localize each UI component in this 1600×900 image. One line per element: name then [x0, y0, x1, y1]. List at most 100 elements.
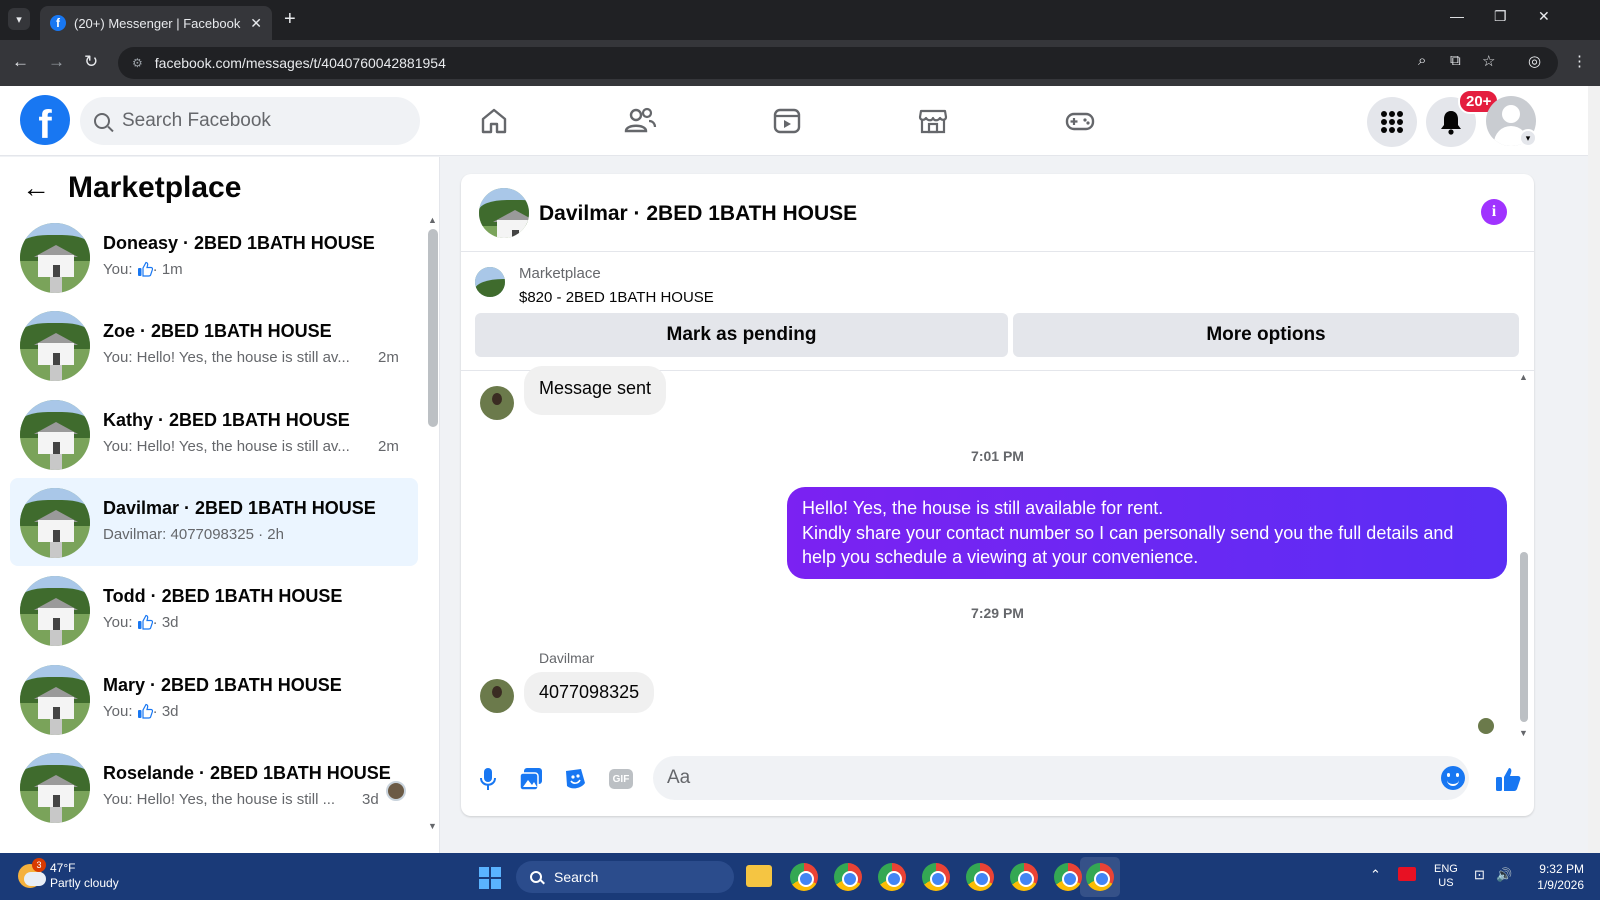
partly-cloudy-icon: 3 — [18, 858, 46, 888]
tab-list-chevron-icon[interactable]: ▾ — [8, 8, 30, 30]
restore-icon[interactable]: ❐ — [1494, 8, 1507, 25]
thread-scrollbar[interactable] — [1520, 552, 1528, 722]
preview-text: You: — [103, 261, 133, 278]
language-indicator[interactable]: ENG US — [1434, 862, 1458, 890]
message-thread: Message sent 7:01 PM Hello! Yes, the hou… — [461, 366, 1534, 742]
conversation-name: Kathy · 2BED 1BATH HOUSE — [103, 409, 350, 430]
region-code: US — [1438, 877, 1454, 889]
windows-start-icon[interactable] — [479, 867, 501, 889]
new-tab-icon[interactable]: + — [284, 8, 296, 30]
account-chevron-down-icon[interactable]: ▾ — [1519, 129, 1537, 147]
scroll-down-arrow-icon[interactable]: ▼ — [1519, 728, 1528, 738]
emoji-icon[interactable] — [1441, 766, 1465, 790]
taskbar-search[interactable]: Search — [516, 861, 734, 893]
conversation-item[interactable]: Zoe · 2BED 1BATH HOUSE You: Hello! Yes, t… — [10, 301, 418, 389]
message-bubble-incoming[interactable]: Message sent — [524, 366, 667, 415]
gaming-icon[interactable] — [1060, 102, 1100, 140]
menu-grid-icon[interactable] — [1367, 97, 1417, 147]
profile-icon[interactable]: ◎ — [1528, 52, 1541, 70]
facebook-search-bar[interactable] — [80, 97, 420, 145]
browser-tab-messenger[interactable]: f (20+) Messenger | Facebook ✕ — [40, 6, 272, 40]
mark-as-pending-button[interactable]: Mark as pending — [475, 313, 1008, 357]
timestamp: 7:29 PM — [971, 605, 1024, 621]
system-clock[interactable]: 9:32 PM 1/9/2026 — [1504, 861, 1584, 893]
like-thumb-icon[interactable] — [1493, 764, 1523, 794]
clock-date: 1/9/2026 — [1537, 878, 1584, 892]
weather-widget[interactable]: 3 47°F Partly cloudy — [18, 858, 119, 891]
conversation-item[interactable]: Doneasy · 2BED 1BATH HOUSE You: · 1m — [10, 213, 418, 301]
listing-thumbnail[interactable] — [475, 267, 505, 297]
scroll-up-arrow-icon[interactable]: ▲ — [428, 215, 437, 225]
message-bubble-incoming[interactable]: 4077098325 — [524, 672, 655, 713]
zoom-icon[interactable]: ⌕ — [1418, 52, 1426, 69]
conversation-item[interactable]: Davilmar · 2BED 1BATH HOUSE Davilmar: 407… — [10, 477, 418, 566]
chrome-icon[interactable] — [1086, 863, 1114, 891]
photo-icon[interactable] — [518, 766, 544, 792]
conversation-item[interactable]: Roselande · 2BED 1BATH HOUSE You: Hello! … — [10, 743, 418, 831]
video-icon[interactable] — [767, 102, 807, 140]
facebook-search-input[interactable] — [122, 110, 392, 132]
conversation-preview: You: · 3d — [103, 614, 363, 631]
close-window-icon[interactable]: ✕ — [1538, 8, 1550, 25]
conversation-item[interactable]: Mary · 2BED 1BATH HOUSE You: · 3d — [10, 655, 418, 743]
message-input[interactable] — [667, 767, 1427, 789]
facebook-logo-icon[interactable]: f — [20, 95, 70, 145]
conversation-item[interactable]: Kathy · 2BED 1BATH HOUSE You: Hello! Yes,… — [10, 390, 418, 478]
browser-tabbar: ▾ f (20+) Messenger | Facebook ✕ + — ❐ ✕ — [0, 0, 1600, 40]
file-explorer-icon[interactable] — [746, 865, 772, 887]
back-arrow-icon[interactable]: ← — [22, 172, 50, 204]
url-text: facebook.com/messages/t/4040760042881954 — [154, 55, 446, 71]
chrome-icon[interactable] — [1054, 863, 1082, 891]
sidebar-scrollbar[interactable] — [428, 229, 438, 427]
forward-icon[interactable]: → — [48, 52, 65, 72]
contact-avatar[interactable] — [480, 386, 514, 420]
weather-condition: Partly cloudy — [50, 876, 119, 890]
listing-title[interactable]: $820 - 2BED 1BATH HOUSE — [519, 289, 714, 306]
scroll-down-arrow-icon[interactable]: ▼ — [428, 821, 437, 831]
facebook-top-nav: f 20+ ▾ — [0, 86, 1588, 156]
info-icon[interactable]: i — [1481, 199, 1507, 225]
back-icon[interactable]: ← — [12, 52, 29, 72]
chrome-icon[interactable] — [966, 863, 994, 891]
browser-menu-icon[interactable]: ⋮ — [1572, 52, 1587, 70]
close-tab-icon[interactable]: ✕ — [250, 15, 262, 32]
network-icon[interactable]: ⊡ — [1474, 867, 1485, 883]
minimize-icon[interactable]: — — [1450, 8, 1464, 24]
marketplace-icon[interactable] — [913, 102, 953, 140]
conversation-time: 3d — [362, 790, 379, 808]
conversation-preview: Davilmar: 4077098325 · 2h — [103, 526, 363, 543]
microphone-icon[interactable] — [475, 766, 501, 792]
site-info-icon[interactable]: ⚙ — [132, 56, 143, 70]
chrome-icon[interactable] — [878, 863, 906, 891]
sticker-icon[interactable] — [562, 766, 588, 792]
conversation-name: Mary · 2BED 1BATH HOUSE — [103, 674, 342, 695]
conversation-sidebar: ← Marketplace Doneasy · 2BED 1BATH HOUSE… — [0, 157, 440, 853]
scroll-up-arrow-icon[interactable]: ▲ — [1519, 372, 1528, 382]
contact-avatar[interactable] — [480, 679, 514, 713]
gif-icon[interactable]: GIF — [609, 769, 633, 789]
address-bar[interactable]: ⚙ facebook.com/messages/t/40407600428819… — [118, 47, 1558, 79]
show-hidden-icons-chevron-icon[interactable]: ⌃ — [1370, 867, 1381, 883]
more-options-button[interactable]: More options — [1013, 313, 1519, 357]
conversation-preview: You: · 3d — [103, 703, 363, 720]
timestamp: 7:01 PM — [971, 448, 1024, 464]
conversation-item[interactable]: Todd · 2BED 1BATH HOUSE You: · 3d — [10, 566, 418, 654]
chrome-icon[interactable] — [1010, 863, 1038, 891]
install-app-icon[interactable]: ⧉ — [1450, 52, 1461, 69]
conversation-avatar — [20, 399, 90, 470]
tray-app-icon[interactable] — [1398, 867, 1416, 881]
message-input-box[interactable] — [653, 756, 1469, 800]
chat-title[interactable]: Davilmar · 2BED 1BATH HOUSE — [539, 202, 857, 226]
message-bubble-outgoing[interactable]: Hello! Yes, the house is still available… — [787, 487, 1507, 579]
chat-header: Davilmar · 2BED 1BATH HOUSE i — [461, 174, 1534, 252]
chat-listing-avatar[interactable] — [479, 188, 529, 238]
home-icon[interactable] — [474, 102, 514, 140]
chrome-icon[interactable] — [922, 863, 950, 891]
chrome-icon[interactable] — [790, 863, 818, 891]
friends-icon[interactable] — [620, 102, 660, 140]
page-scrollbar[interactable] — [1588, 86, 1600, 853]
bookmark-star-icon[interactable]: ☆ — [1482, 52, 1495, 70]
reload-icon[interactable]: ↻ — [84, 52, 98, 72]
seen-receipt-avatar — [1478, 718, 1494, 734]
chrome-icon[interactable] — [834, 863, 862, 891]
